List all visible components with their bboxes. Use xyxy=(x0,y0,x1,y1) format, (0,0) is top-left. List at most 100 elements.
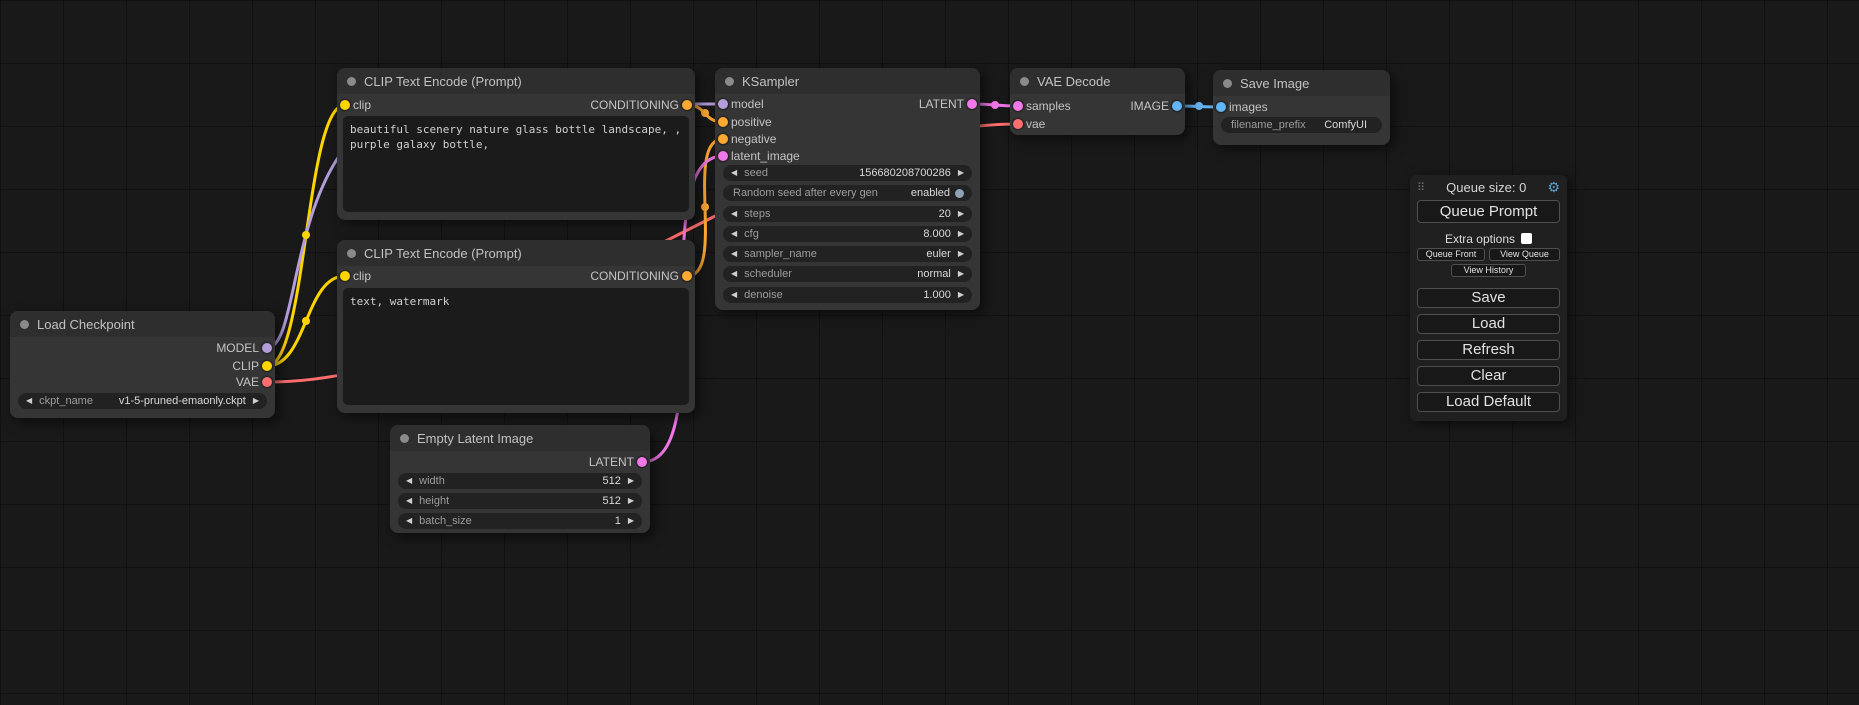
output-label-image: IMAGE xyxy=(1130,99,1169,113)
prev-option-icon[interactable]: ◀ xyxy=(26,393,32,409)
output-label-conditioning: CONDITIONING xyxy=(590,269,679,283)
collapse-dot-icon[interactable] xyxy=(347,77,356,86)
input-pin-negative[interactable] xyxy=(718,134,728,144)
load-button[interactable]: Load xyxy=(1417,314,1560,334)
widget-seed[interactable]: ◀ seed 156680208700286 ▶ xyxy=(723,165,972,181)
widget-scheduler[interactable]: ◀ scheduler normal ▶ xyxy=(723,266,972,282)
output-pin-model[interactable] xyxy=(262,343,272,353)
widget-name: batch_size xyxy=(419,515,472,527)
decrement-icon[interactable]: ◀ xyxy=(406,473,412,489)
save-button[interactable]: Save xyxy=(1417,288,1560,308)
collapse-dot-icon[interactable] xyxy=(347,249,356,258)
node-graph-canvas[interactable]: Load Checkpoint MODEL CLIP VAE ◀ ckpt_na… xyxy=(0,0,1859,705)
widget-value: normal xyxy=(917,268,951,280)
input-pin-model[interactable] xyxy=(718,99,728,109)
queue-front-button[interactable]: Queue Front xyxy=(1417,248,1485,261)
increment-icon[interactable]: ▶ xyxy=(958,287,964,303)
widget-value: 156680208700286 xyxy=(859,167,951,179)
decrement-icon[interactable]: ◀ xyxy=(731,165,737,181)
output-pin-conditioning[interactable] xyxy=(682,100,692,110)
view-history-button[interactable]: View History xyxy=(1451,264,1526,277)
node-clip-text-encode-positive[interactable]: CLIP Text Encode (Prompt) clip CONDITION… xyxy=(337,68,695,220)
collapse-dot-icon[interactable] xyxy=(20,320,29,329)
queue-prompt-button[interactable]: Queue Prompt xyxy=(1417,200,1560,223)
widget-value: euler xyxy=(926,248,950,260)
node-load-checkpoint[interactable]: Load Checkpoint MODEL CLIP VAE ◀ ckpt_na… xyxy=(10,311,275,418)
node-vae-decode[interactable]: VAE Decode samples vae IMAGE xyxy=(1010,68,1185,135)
widget-name: sampler_name xyxy=(744,248,817,260)
node-title: CLIP Text Encode (Prompt) xyxy=(364,74,522,89)
decrement-icon[interactable]: ◀ xyxy=(406,493,412,509)
collapse-dot-icon[interactable] xyxy=(1020,77,1029,86)
decrement-icon[interactable]: ◀ xyxy=(731,226,737,242)
output-pin-clip[interactable] xyxy=(262,361,272,371)
widget-filename-prefix[interactable]: filename_prefix ComfyUI xyxy=(1221,117,1382,133)
increment-icon[interactable]: ▶ xyxy=(958,206,964,222)
increment-icon[interactable]: ▶ xyxy=(958,165,964,181)
node-ksampler[interactable]: KSampler model positive negative latent_… xyxy=(715,68,980,310)
load-default-button[interactable]: Load Default xyxy=(1417,392,1560,412)
input-pin-vae[interactable] xyxy=(1013,119,1023,129)
input-label-vae: vae xyxy=(1026,117,1045,131)
widget-name: Random seed after every gen xyxy=(733,187,878,199)
prev-option-icon[interactable]: ◀ xyxy=(731,246,737,262)
next-option-icon[interactable]: ▶ xyxy=(253,393,259,409)
input-label-latent-image: latent_image xyxy=(731,149,800,163)
input-pin-samples[interactable] xyxy=(1013,101,1023,111)
widget-steps[interactable]: ◀ steps 20 ▶ xyxy=(723,206,972,222)
output-pin-conditioning[interactable] xyxy=(682,271,692,281)
widget-height[interactable]: ◀ height 512 ▶ xyxy=(398,493,642,509)
increment-icon[interactable]: ▶ xyxy=(958,226,964,242)
widget-sampler-name[interactable]: ◀ sampler_name euler ▶ xyxy=(723,246,972,262)
input-pin-latent-image[interactable] xyxy=(718,151,728,161)
prev-option-icon[interactable]: ◀ xyxy=(731,266,737,282)
input-pin-images[interactable] xyxy=(1216,102,1226,112)
decrement-icon[interactable]: ◀ xyxy=(731,287,737,303)
increment-icon[interactable]: ▶ xyxy=(628,493,634,509)
widget-value: 20 xyxy=(939,208,951,220)
output-label-latent: LATENT xyxy=(589,455,634,469)
node-empty-latent-image[interactable]: Empty Latent Image LATENT ◀ width 512 ▶ … xyxy=(390,425,650,533)
prompt-text-area[interactable]: text, watermark xyxy=(343,288,689,405)
node-save-image[interactable]: Save Image images filename_prefix ComfyU… xyxy=(1213,70,1390,145)
next-option-icon[interactable]: ▶ xyxy=(958,246,964,262)
widget-value: enabled xyxy=(911,187,950,199)
input-pin-positive[interactable] xyxy=(718,117,728,127)
view-queue-button[interactable]: View Queue xyxy=(1489,248,1560,261)
widget-ckpt-name[interactable]: ◀ ckpt_name v1-5-pruned-emaonly.ckpt ▶ xyxy=(18,393,267,409)
output-pin-latent[interactable] xyxy=(637,457,647,467)
widget-random-seed-toggle[interactable]: Random seed after every gen enabled xyxy=(723,185,972,201)
input-pin-clip[interactable] xyxy=(340,100,350,110)
clear-button[interactable]: Clear xyxy=(1417,366,1560,386)
refresh-button[interactable]: Refresh xyxy=(1417,340,1560,360)
widget-cfg[interactable]: ◀ cfg 8.000 ▶ xyxy=(723,226,972,242)
next-option-icon[interactable]: ▶ xyxy=(958,266,964,282)
output-pin-image[interactable] xyxy=(1172,101,1182,111)
output-pin-latent[interactable] xyxy=(967,99,977,109)
widget-denoise[interactable]: ◀ denoise 1.000 ▶ xyxy=(723,287,972,303)
widget-name: scheduler xyxy=(744,268,792,280)
drag-handle-icon[interactable]: ⠿ xyxy=(1417,181,1425,194)
extra-options-checkbox[interactable] xyxy=(1521,233,1532,244)
toggle-dot-icon[interactable] xyxy=(955,189,964,198)
collapse-dot-icon[interactable] xyxy=(1223,79,1232,88)
decrement-icon[interactable]: ◀ xyxy=(731,206,737,222)
widget-name: seed xyxy=(744,167,768,179)
widget-name: denoise xyxy=(744,289,783,301)
output-label-latent: LATENT xyxy=(919,97,964,111)
output-pin-vae[interactable] xyxy=(262,377,272,387)
settings-gear-icon[interactable]: ⚙ xyxy=(1547,179,1560,196)
widget-width[interactable]: ◀ width 512 ▶ xyxy=(398,473,642,489)
node-title-bar: CLIP Text Encode (Prompt) xyxy=(337,68,695,94)
increment-icon[interactable]: ▶ xyxy=(628,513,634,529)
decrement-icon[interactable]: ◀ xyxy=(406,513,412,529)
input-pin-clip[interactable] xyxy=(340,271,350,281)
widget-batch-size[interactable]: ◀ batch_size 1 ▶ xyxy=(398,513,642,529)
collapse-dot-icon[interactable] xyxy=(725,77,734,86)
prompt-text-area[interactable]: beautiful scenery nature glass bottle la… xyxy=(343,116,689,212)
increment-icon[interactable]: ▶ xyxy=(628,473,634,489)
widget-value: 8.000 xyxy=(923,228,951,240)
widget-value: 512 xyxy=(602,495,620,507)
node-clip-text-encode-negative[interactable]: CLIP Text Encode (Prompt) clip CONDITION… xyxy=(337,240,695,413)
collapse-dot-icon[interactable] xyxy=(400,434,409,443)
